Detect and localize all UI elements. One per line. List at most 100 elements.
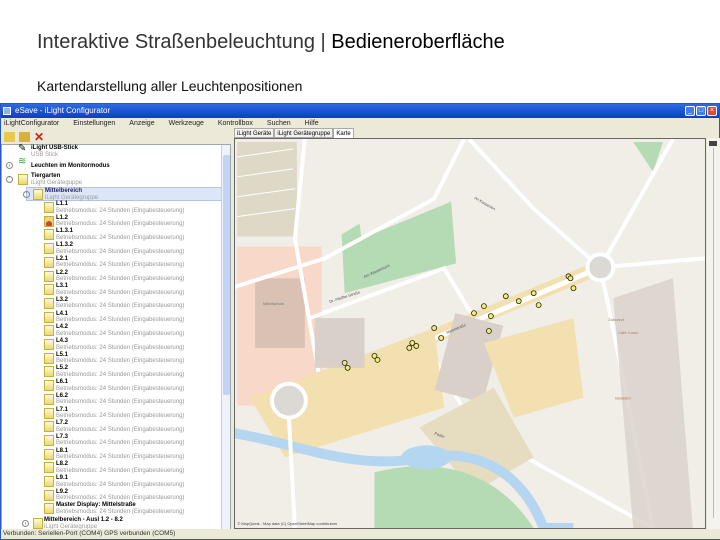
park-north bbox=[341, 201, 457, 294]
streetlight-marker[interactable] bbox=[481, 303, 487, 310]
streetlight-icon bbox=[44, 448, 54, 460]
light-mode: Betriebsmodus: 24 Stunden (Eingabesteuer… bbox=[56, 358, 185, 365]
streetlight-icon bbox=[44, 503, 54, 515]
light-mode: Betriebsmodus: 24 Stunden (Eingabesteuer… bbox=[56, 481, 185, 488]
label-doctor: Zahnarzt bbox=[608, 317, 625, 322]
menu-settings[interactable]: Einstellungen bbox=[73, 118, 115, 129]
menu-bar: iLightConfigurator Einstellungen Anzeige… bbox=[1, 118, 719, 129]
light-mode: Betriebsmodus: 24 Stunden (Eingabesteuer… bbox=[56, 413, 185, 419]
streetlight-icon bbox=[44, 489, 54, 501]
light-mode: Betriebsmodus: 24 Stunden (Eingabesteuer… bbox=[56, 454, 185, 461]
streetlight-icon bbox=[44, 325, 54, 337]
light-mode: Betriebsmodus: 24 Stunden (Eingabesteuer… bbox=[56, 495, 185, 502]
streetlight-marker[interactable] bbox=[570, 285, 577, 292]
streetlight-marker[interactable] bbox=[567, 275, 574, 282]
streetlight-marker[interactable] bbox=[406, 345, 413, 351]
label-school: Mittelschule bbox=[263, 301, 285, 306]
lamp-signal-icon: ≋ bbox=[18, 156, 27, 167]
view-tabs: iLight Geräte iLight Gerätegruppe Karte bbox=[234, 128, 354, 138]
tab-devices[interactable]: iLight Geräte bbox=[234, 128, 275, 138]
streetlight-icon bbox=[44, 421, 54, 433]
device-tree-panel: ✎ iLight USB-Stick USB Stick › ≋ Leuchten… bbox=[1, 144, 231, 531]
tab-device-groups[interactable]: iLight Gerätegruppe bbox=[274, 128, 334, 138]
maximize-button[interactable]: □ bbox=[696, 106, 706, 116]
menu-tools[interactable]: Werkzeuge bbox=[169, 118, 204, 129]
streetlight-icon bbox=[44, 202, 54, 213]
label-shop: Bioladen bbox=[615, 396, 630, 401]
menu-view[interactable]: Anzeige bbox=[129, 118, 154, 129]
streetlight-marker[interactable] bbox=[535, 302, 542, 309]
light-mode: Betriebsmodus: 24 Stunden (Eingabesteuer… bbox=[56, 262, 185, 269]
status-bar: Verbunden: Seriellen-Port (COM4) GPS ver… bbox=[1, 529, 720, 539]
streetlight-marker[interactable] bbox=[471, 310, 477, 316]
zoom-track[interactable] bbox=[713, 148, 714, 518]
light-mode: Betriebsmodus: 24 Stunden (Eingabesteuer… bbox=[56, 467, 185, 474]
streetlight-marker[interactable] bbox=[431, 325, 438, 331]
close-button[interactable]: × bbox=[707, 106, 717, 116]
group-icon bbox=[33, 189, 43, 200]
streetlight-icon bbox=[44, 256, 54, 268]
streetlight-icon bbox=[44, 434, 54, 446]
group2-name: Mittelbereich - Ausl 1.2 - 8.2 bbox=[44, 517, 123, 523]
slide-title-emphasis: Bedieneroberfläche bbox=[331, 31, 505, 53]
slide-title-main: Interaktive Straßenbeleuchtung | bbox=[37, 31, 332, 53]
streetlight-marker[interactable] bbox=[341, 359, 348, 366]
streetlight-icon bbox=[44, 270, 54, 282]
light-mode: Betriebsmodus: 24 Stunden (Eingabesteuer… bbox=[56, 440, 185, 447]
map-view[interactable]: Mittelschule Am Wasserturm An Kastanien … bbox=[229, 137, 706, 533]
light-mode: Betriebsmodus: 24 Stunden (Eingabesteuer… bbox=[56, 385, 185, 392]
app-icon bbox=[3, 107, 11, 115]
streetlight-marker[interactable] bbox=[344, 364, 351, 371]
app-window: eSave - iLight Configurator _ □ × iLight… bbox=[0, 103, 720, 540]
group-icon bbox=[18, 174, 28, 185]
streetlight-icon bbox=[44, 352, 54, 364]
collapse-icon[interactable]: ˇ bbox=[23, 191, 30, 198]
zoom-knob[interactable] bbox=[709, 141, 717, 146]
streetlight-icon bbox=[44, 380, 54, 392]
streetlight-marker[interactable] bbox=[488, 313, 494, 319]
streetlight-icon bbox=[44, 284, 54, 296]
light-mode: Betriebsmodus: 24 Stunden (Eingabesteuer… bbox=[56, 371, 185, 378]
streetlight-marker[interactable] bbox=[515, 298, 522, 305]
streetlight-icon bbox=[44, 311, 54, 323]
collapse-icon[interactable]: ˇ bbox=[6, 176, 13, 183]
streetlight-marker[interactable] bbox=[374, 356, 381, 363]
streetlight-icon bbox=[44, 229, 54, 241]
streetlight-icon bbox=[44, 476, 54, 487]
scrollbar-thumb[interactable] bbox=[223, 155, 230, 395]
light-mode: Betriebsmodus: 24 Stunden (Eingabesteuer… bbox=[56, 344, 185, 351]
tab-map[interactable]: Karte bbox=[333, 128, 354, 138]
streetlight-marker[interactable] bbox=[530, 290, 537, 297]
tree-scrollbar[interactable] bbox=[221, 145, 230, 530]
lake bbox=[401, 445, 452, 470]
map-attribution: © MapQuest - Map data (C) OpenStreetMap … bbox=[237, 521, 337, 526]
edit-group-icon[interactable] bbox=[19, 131, 30, 142]
tree-item-group-selected[interactable]: ˇ Mittelbereich iLight Gerätegruppe bbox=[23, 187, 222, 201]
streetlight-icon bbox=[44, 339, 54, 350]
delete-icon[interactable]: ✕ bbox=[34, 131, 45, 143]
usb-name: iLight USB-Stick bbox=[31, 145, 79, 151]
minimize-button[interactable]: _ bbox=[685, 106, 695, 116]
label-cafe: Café Corso bbox=[618, 330, 639, 335]
window-title: eSave - iLight Configurator bbox=[15, 106, 111, 115]
streetlight-marker[interactable] bbox=[438, 335, 445, 341]
light-mode: Betriebsmodus: 24 Stunden (Eingabesteuer… bbox=[56, 289, 185, 296]
streetlight-marker[interactable] bbox=[413, 343, 420, 349]
expand-icon[interactable]: › bbox=[22, 520, 29, 527]
light-mode: Betriebsmodus: 24 Stunden (Eingabesteuer… bbox=[56, 399, 185, 406]
streetlight-icon bbox=[44, 366, 54, 378]
road-east bbox=[600, 256, 705, 270]
streetlight-icon bbox=[44, 243, 54, 255]
streetlight-marker[interactable] bbox=[486, 328, 492, 334]
usb-sub: USB Stick bbox=[31, 151, 59, 158]
light-mode: Betriebsmodus: 24 Stunden (Eingabesteuer… bbox=[56, 508, 185, 515]
expand-icon[interactable]: › bbox=[6, 162, 13, 169]
map-zoom-slider[interactable] bbox=[707, 138, 720, 529]
streetlight-icon bbox=[44, 462, 54, 474]
light-mode: Betriebsmodus: 24 Stunden (Eingabesteuer… bbox=[56, 234, 185, 241]
add-group-icon[interactable] bbox=[4, 131, 15, 142]
streetlight-marker[interactable] bbox=[502, 293, 509, 300]
label-an-kastanien: An Kastanien bbox=[473, 195, 496, 211]
monitor-name: Leuchten im Monitormodus bbox=[31, 163, 110, 169]
menu-configurator[interactable]: iLightConfigurator bbox=[4, 118, 59, 129]
